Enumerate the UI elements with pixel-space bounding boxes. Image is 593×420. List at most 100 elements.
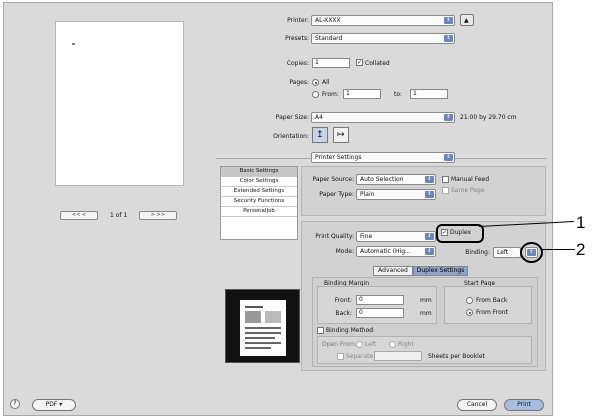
portrait-orientation-button[interactable]: ↥ <box>312 127 328 143</box>
paper-size-dimensions: 21.00 by 29.70 cm <box>460 114 517 121</box>
section-select[interactable]: Printer Settings ⇕ <box>311 152 455 163</box>
presets-select[interactable]: Standard ⇕ <box>311 33 455 44</box>
manual-feed-checkbox[interactable] <box>442 176 449 183</box>
paper-size-select[interactable]: A4 ⇕ <box>311 112 455 123</box>
thumbnail-line <box>245 342 281 344</box>
back-margin-input[interactable]: 0 <box>356 308 404 318</box>
thumbnail-image <box>245 311 261 323</box>
help-button[interactable]: ? <box>10 399 20 409</box>
print-quality-value: Fine <box>360 233 373 240</box>
thumbnail-line <box>245 306 263 308</box>
same-page-label: Same Page <box>451 187 485 194</box>
duplex-checkbox[interactable]: ✓ <box>441 229 448 236</box>
chevron-updown-icon: ⇕ <box>425 176 434 183</box>
sidebar-item-color-settings[interactable]: Color Settings <box>221 177 297 187</box>
collapse-details-button[interactable]: ▲ <box>460 14 474 26</box>
back-margin-label: Back: <box>335 310 352 317</box>
manual-feed-label: Manual Feed <box>451 176 490 183</box>
callout-number-2: 2 <box>576 240 586 259</box>
preview-mark <box>72 43 75 45</box>
pages-to-input[interactable]: 1 <box>410 89 448 99</box>
tab-advanced[interactable]: Advanced <box>373 266 413 276</box>
start-from-front-radio[interactable] <box>466 309 473 316</box>
chevron-updown-icon: ⇕ <box>425 248 434 255</box>
print-button[interactable]: Print <box>504 399 544 411</box>
tab-duplex-settings[interactable]: Duplex Settings <box>413 266 468 276</box>
page-counter: 1 of 1 <box>110 212 128 219</box>
chevron-updown-icon: ⇕ <box>425 233 434 240</box>
chevron-updown-icon: ⇕ <box>444 17 453 24</box>
binding-stepper[interactable]: ⇕ <box>525 247 538 258</box>
binding-method-checkbox[interactable] <box>317 327 324 334</box>
pdf-menu-button[interactable]: PDF ▾ <box>32 399 76 411</box>
open-from-left-radio[interactable] <box>356 341 363 348</box>
paper-source-label: Paper Source: <box>312 176 354 183</box>
callout-number-1: 1 <box>576 213 586 232</box>
print-dialog: << < 1 of 1 > >> Printer: AL-XXXX ⇕ ▲ Pr… <box>3 2 553 416</box>
open-from-right-label: Right <box>398 341 414 348</box>
thumbnail-page <box>240 300 286 356</box>
paper-size-value: A4 <box>315 114 323 121</box>
landscape-orientation-button[interactable]: ↦ <box>333 127 349 143</box>
pages-all-radio[interactable] <box>312 79 319 86</box>
collated-checkbox[interactable]: ✓ <box>356 59 363 66</box>
paper-source-value: Auto Selection <box>360 176 404 183</box>
last-page-button[interactable]: > >> <box>139 211 177 220</box>
section-value: Printer Settings <box>315 154 362 161</box>
printer-select[interactable]: AL-XXXX ⇕ <box>311 15 455 26</box>
separate-checkbox[interactable] <box>337 353 344 360</box>
sidebar-item-extended-settings[interactable]: Extended Settings <box>221 187 297 197</box>
triangle-up-icon: ▲ <box>464 17 469 24</box>
chevron-updown-icon: ⇕ <box>425 191 434 198</box>
binding-method-label: Binding Method <box>326 327 374 334</box>
separate-label: Separate <box>346 353 374 360</box>
mode-label: Mode: <box>335 248 354 255</box>
duplex-label: Duplex <box>450 229 472 236</box>
front-margin-label: Front: <box>334 297 352 304</box>
copies-label: Copies: <box>286 60 309 67</box>
callout-leader-line-2 <box>541 249 575 250</box>
copies-input[interactable]: 1 <box>312 58 350 68</box>
cancel-button[interactable]: Cancel <box>457 399 497 411</box>
front-margin-input[interactable]: 0 <box>356 295 404 305</box>
same-page-checkbox[interactable] <box>442 187 449 194</box>
print-quality-select[interactable]: Fine ⇕ <box>356 231 436 242</box>
question-icon: ? <box>13 400 17 407</box>
printer-label: Printer: <box>287 17 309 24</box>
chevron-updown-icon: ⇕ <box>527 249 536 256</box>
chevron-updown-icon: ⇕ <box>444 35 453 42</box>
binding-margin-box <box>317 286 437 324</box>
mode-value: Automatic (Hig... <box>360 248 411 255</box>
open-from-right-radio[interactable] <box>389 341 396 348</box>
paper-size-label: Paper Size: <box>275 114 309 121</box>
sidebar-item-security-functions[interactable]: Security Functions <box>221 197 297 207</box>
chevron-updown-icon: ⇕ <box>444 154 453 161</box>
sheets-per-booklet-label: Sheets per Booklet <box>428 353 485 360</box>
open-from-left-label: Left <box>365 341 377 348</box>
open-from-label: Open From: <box>322 341 357 348</box>
pages-from-label: From: <box>322 91 339 98</box>
orientation-label: Orientation: <box>273 133 309 140</box>
start-from-back-label: From Back <box>476 297 508 304</box>
paper-type-value: Plain <box>360 191 375 198</box>
sidebar-item-basic-settings[interactable]: Basic Settings <box>221 167 297 177</box>
thumbnail-line <box>245 327 281 329</box>
binding-select[interactable]: Left <box>493 247 521 258</box>
thumbnail-line <box>245 332 281 334</box>
start-from-back-radio[interactable] <box>466 297 473 304</box>
thumbnail-line <box>245 337 275 339</box>
mode-select[interactable]: Automatic (Hig... ⇕ <box>356 246 436 257</box>
sheets-per-booklet-input[interactable] <box>374 351 422 361</box>
first-page-button[interactable]: << < <box>60 211 98 220</box>
chevron-updown-icon: ⇕ <box>444 114 453 121</box>
paper-source-select[interactable]: Auto Selection ⇕ <box>356 174 436 185</box>
paper-type-select[interactable]: Plain ⇕ <box>356 189 436 200</box>
layout-thumbnail <box>225 289 300 363</box>
person-portrait-icon: ↥ <box>316 130 324 140</box>
front-margin-unit: mm <box>420 297 432 304</box>
pages-from-input[interactable]: 1 <box>343 89 381 99</box>
pages-range-radio[interactable] <box>312 91 319 98</box>
print-quality-label: Print Quality: <box>315 233 354 240</box>
sidebar-item-personaljob[interactable]: PersonalJob <box>221 207 297 217</box>
thumbnail-image <box>265 311 281 323</box>
